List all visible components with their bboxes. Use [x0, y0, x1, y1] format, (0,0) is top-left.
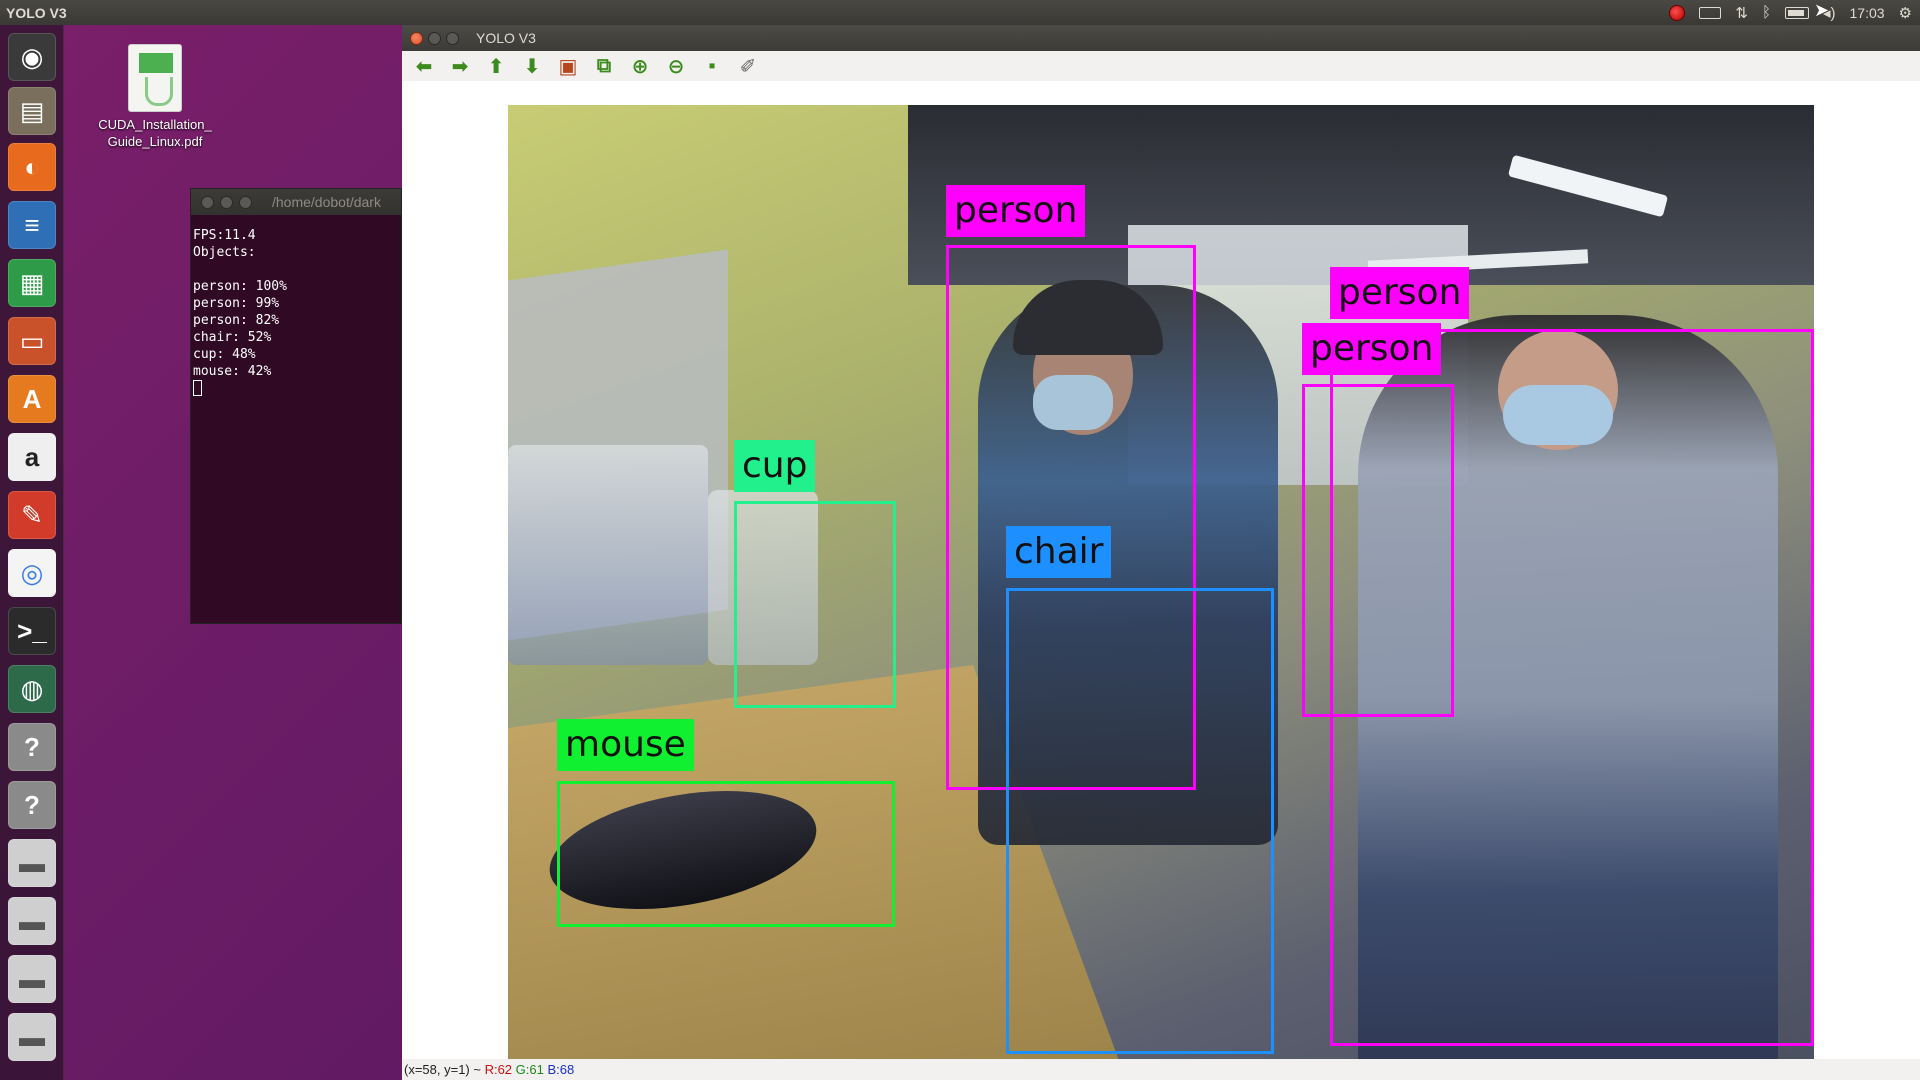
terminal-output[interactable]: FPS:11.4 Objects: person: 100% person: 9… — [191, 215, 401, 397]
detection-box — [1302, 384, 1454, 717]
detection-label: person — [1302, 323, 1442, 375]
yolo-window-title: YOLO V3 — [476, 30, 536, 46]
minimize-icon[interactable] — [428, 31, 441, 45]
desktop-file-cuda-pdf[interactable]: CUDA_Installation_ Guide_Linux.pdf — [80, 44, 230, 150]
minimize-icon[interactable] — [220, 195, 233, 209]
terminal-window[interactable]: /home/dobot/dark FPS:11.4 Objects: perso… — [190, 188, 402, 624]
camera-frame[interactable]: person person person chair cup mouse — [508, 105, 1814, 1080]
right-arrow-icon[interactable]: ➡ — [446, 53, 474, 79]
system-settings-icon[interactable]: ✎ — [8, 491, 56, 539]
terminal-titlebar[interactable]: /home/dobot/dark — [191, 189, 401, 215]
detection-label: chair — [1006, 526, 1112, 578]
pdf-file-icon — [128, 44, 182, 112]
unknown-app-icon[interactable]: ? — [8, 723, 56, 771]
calc-icon[interactable]: ▦ — [8, 259, 56, 307]
indicator-area: ⇅ ᛒ ◂) 17:03 ⚙ — [1669, 4, 1920, 22]
detection-label: mouse — [557, 719, 694, 771]
amazon-icon[interactable]: a — [8, 433, 56, 481]
keyboard-icon[interactable] — [1699, 6, 1722, 19]
detection-box — [557, 781, 895, 927]
left-arrow-icon[interactable]: ⬅ — [410, 53, 438, 79]
terminal-text: FPS:11.4 Objects: person: 100% person: 9… — [193, 228, 287, 379]
close-icon[interactable] — [201, 195, 214, 209]
zoom-out-icon[interactable]: ⊖ — [662, 53, 690, 79]
pixel-green-value: G:61 — [515, 1062, 544, 1077]
pixel-coords: (x=58, y=1) ~ — [404, 1062, 485, 1077]
pixel-blue-value: B:68 — [547, 1062, 575, 1077]
image-viewport[interactable]: person person person chair cup mouse — [402, 81, 1920, 1080]
save-icon[interactable]: ▪ — [698, 53, 726, 79]
maximize-icon[interactable] — [446, 31, 459, 45]
drive-icon[interactable]: ▬ — [8, 955, 56, 1003]
gear-icon[interactable]: ⚙ — [1899, 4, 1912, 22]
detection-label: person — [1330, 267, 1470, 319]
yolo-toolbar: ⬅ ➡ ⬆ ⬇ ▣ ⧉ ⊕ ⊖ ▪ ✐ — [402, 51, 1920, 81]
ubuntu-dash-icon[interactable]: ◉ — [8, 33, 56, 81]
record-icon[interactable] — [1669, 4, 1686, 21]
down-arrow-icon[interactable]: ⬇ — [518, 53, 546, 79]
zoom-fit-icon[interactable]: ⧉ — [590, 53, 618, 79]
detection-label: cup — [734, 440, 816, 492]
detection-box — [1006, 588, 1274, 1054]
impress-icon[interactable]: ▭ — [8, 317, 56, 365]
active-app-title: YOLO V3 — [6, 4, 67, 21]
maximize-icon[interactable] — [239, 195, 252, 209]
clock[interactable]: 17:03 — [1850, 5, 1885, 21]
bluetooth-icon[interactable]: ᛒ — [1762, 4, 1771, 22]
battery-icon[interactable] — [1784, 6, 1809, 19]
drive-icon[interactable]: ▬ — [8, 839, 56, 887]
status-bar: (x=58, y=1) ~ R:62 G:61 B:68 — [402, 1059, 1920, 1080]
unknown-app-icon[interactable]: ? — [8, 781, 56, 829]
drive-icon[interactable]: ▬ — [8, 1013, 56, 1061]
scene-bottles — [508, 445, 708, 665]
launcher: ◉ ▤ ◐ ≡ ▦ ▭ A a ✎ ◎ >_ ◍ ? ? ▬ ▬ ▬ ▬ — [0, 25, 64, 1080]
pixel-red-value: R:62 — [484, 1062, 513, 1077]
writer-icon[interactable]: ≡ — [8, 201, 56, 249]
files-icon[interactable]: ▤ — [8, 87, 56, 135]
image-icon[interactable]: ▣ — [554, 53, 582, 79]
firefox-icon[interactable]: ◐ — [8, 143, 56, 191]
globe-icon[interactable]: ◍ — [8, 665, 56, 713]
detection-box — [734, 501, 896, 708]
zoom-in-icon[interactable]: ⊕ — [626, 53, 654, 79]
desktop-file-name: CUDA_Installation_ Guide_Linux.pdf — [98, 117, 212, 149]
up-arrow-icon[interactable]: ⬆ — [482, 53, 510, 79]
top-panel: YOLO V3 ⇅ ᛒ ◂) 17:03 ⚙ — [0, 0, 1920, 25]
detection-label: person — [946, 185, 1086, 237]
brush-icon[interactable]: ✐ — [734, 53, 762, 79]
software-center-icon[interactable]: A — [8, 375, 56, 423]
chrome-icon[interactable]: ◎ — [8, 549, 56, 597]
mouse-pointer-icon: ➤ — [1814, 0, 1830, 20]
terminal-cursor — [193, 380, 202, 396]
terminal-title: /home/dobot/dark — [272, 194, 381, 210]
drive-icon[interactable]: ▬ — [8, 897, 56, 945]
close-icon[interactable] — [410, 31, 423, 45]
yolo-titlebar[interactable]: YOLO V3 — [402, 25, 1920, 51]
network-icon[interactable]: ⇅ — [1735, 4, 1748, 22]
terminal-icon[interactable]: >_ — [8, 607, 56, 655]
yolo-window[interactable]: YOLO V3 ⬅ ➡ ⬆ ⬇ ▣ ⧉ ⊕ ⊖ ▪ ✐ person perso… — [402, 25, 1920, 1080]
